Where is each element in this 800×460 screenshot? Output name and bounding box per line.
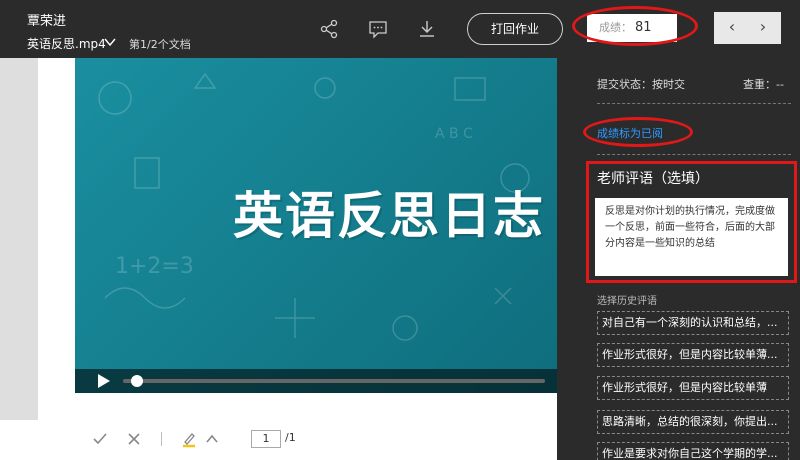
- share-icon[interactable]: [318, 18, 340, 40]
- download-icon[interactable]: [416, 18, 438, 40]
- mark-read-highlight-circle: [583, 117, 693, 147]
- history-comment-item[interactable]: 作业形式很好，但是内容比较单薄: [597, 376, 789, 400]
- submit-status: 提交状态：按时交: [597, 78, 685, 91]
- page-number-input[interactable]: 1: [251, 430, 281, 448]
- chevron-down-icon[interactable]: [103, 35, 117, 49]
- progress-bar[interactable]: [123, 379, 545, 383]
- duplicate-check: 查重：--: [743, 78, 784, 91]
- top-bar: 覃荣进 英语反思.mp4 第1/2个文档 打回作业 成绩： 81 ‹ ›: [0, 0, 800, 58]
- history-comment-item[interactable]: 作业是要求对你自己这个学期的学...: [597, 442, 789, 460]
- divider: [597, 154, 791, 155]
- page-total: /1: [285, 431, 296, 444]
- check-icon[interactable]: [91, 430, 109, 448]
- comment-heading: 老师评语（选填）: [597, 171, 709, 187]
- video-title-text: 英语反思日志: [233, 187, 545, 245]
- return-homework-button[interactable]: 打回作业: [467, 13, 563, 45]
- history-label: 选择历史评语: [597, 296, 657, 307]
- bottom-toolbar: 1 /1: [0, 420, 557, 460]
- video-player[interactable]: 1+2=3 A B C 英语反思日志: [75, 58, 557, 393]
- file-name[interactable]: 英语反思.mp4: [27, 35, 106, 52]
- svg-text:A B C: A B C: [435, 126, 473, 142]
- play-icon[interactable]: [97, 373, 111, 389]
- divider: [597, 103, 791, 104]
- highlighter-icon[interactable]: [180, 430, 198, 448]
- score-highlight-circle: [572, 6, 698, 46]
- history-comment-item[interactable]: 对自己有一个深刻的认识和总结，...: [597, 311, 789, 335]
- chevron-up-icon[interactable]: [203, 430, 221, 448]
- close-icon[interactable]: [125, 430, 143, 448]
- comment-textarea[interactable]: 反思是对你计划的执行情况，完成度做一个反思，前面一些符合，后面的大部分内容是一些…: [595, 198, 788, 276]
- history-comment-item[interactable]: 思路清晰，总结的很深刻，你提出...: [597, 410, 789, 434]
- video-controls: [75, 369, 557, 393]
- grading-panel: 提交状态：按时交 查重：-- 成绩标为已阅 老师评语（选填） 反思是对你计划的执…: [557, 58, 800, 460]
- progress-knob[interactable]: [131, 375, 144, 387]
- comment-icon[interactable]: [367, 18, 389, 40]
- toolbar-divider: [161, 432, 162, 446]
- student-name: 覃荣进: [27, 14, 67, 29]
- next-button[interactable]: ›: [745, 12, 781, 44]
- history-comment-item[interactable]: 作业形式很好，但是内容比较单薄...: [597, 343, 789, 367]
- doc-count: 第1/2个文档: [129, 38, 191, 51]
- svg-text:1+2=3: 1+2=3: [115, 254, 194, 279]
